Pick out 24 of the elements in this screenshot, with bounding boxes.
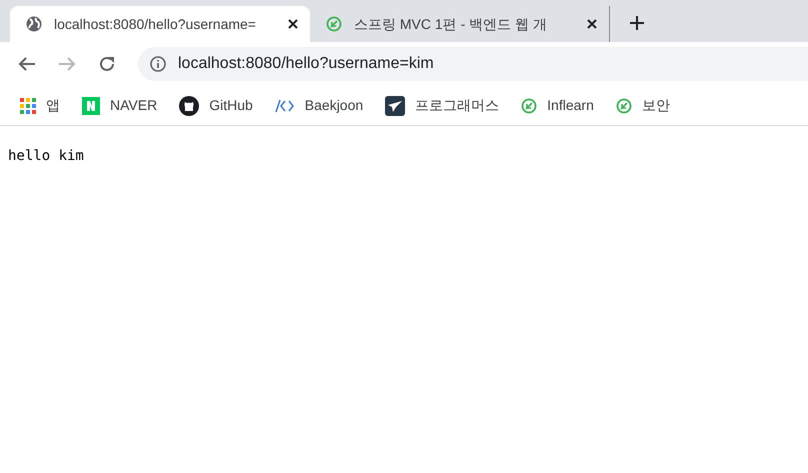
code-icon (274, 98, 295, 112)
bookmark[interactable]: NAVER (82, 95, 158, 116)
bookmark[interactable]: GitHub (179, 95, 253, 116)
back-arrow-icon[interactable] (18, 56, 36, 72)
page-text: hello kim (8, 148, 84, 164)
close-icon[interactable] (587, 19, 597, 29)
n-logo-icon (82, 96, 100, 114)
tab-title: localhost:8080/hello?username= (54, 14, 257, 34)
apps-grid-icon (20, 98, 36, 114)
bird-logo-icon (385, 96, 406, 116)
info-icon[interactable] (150, 56, 166, 72)
bookmark[interactable]: 앱 (20, 95, 60, 116)
close-icon[interactable] (288, 19, 298, 29)
tab-title: 스프링 MVC 1편 - 백엔드 웹 개 (354, 14, 548, 34)
bookmark[interactable]: 프로그래머스 (385, 95, 500, 116)
globe-icon (26, 16, 42, 32)
bookmark[interactable]: Baekjoon (274, 95, 364, 116)
bookmark[interactable]: 보안 (616, 95, 670, 116)
new-tab-icon[interactable] (630, 16, 644, 30)
url-text: localhost:8080/hello?username=kim (178, 54, 434, 74)
browser-tab[interactable]: localhost:8080/hello?username= (10, 6, 310, 42)
address-bar[interactable]: localhost:8080/hello?username=kim (138, 47, 808, 81)
bookmark[interactable]: Inflearn (521, 95, 594, 116)
reload-icon[interactable] (98, 55, 116, 73)
